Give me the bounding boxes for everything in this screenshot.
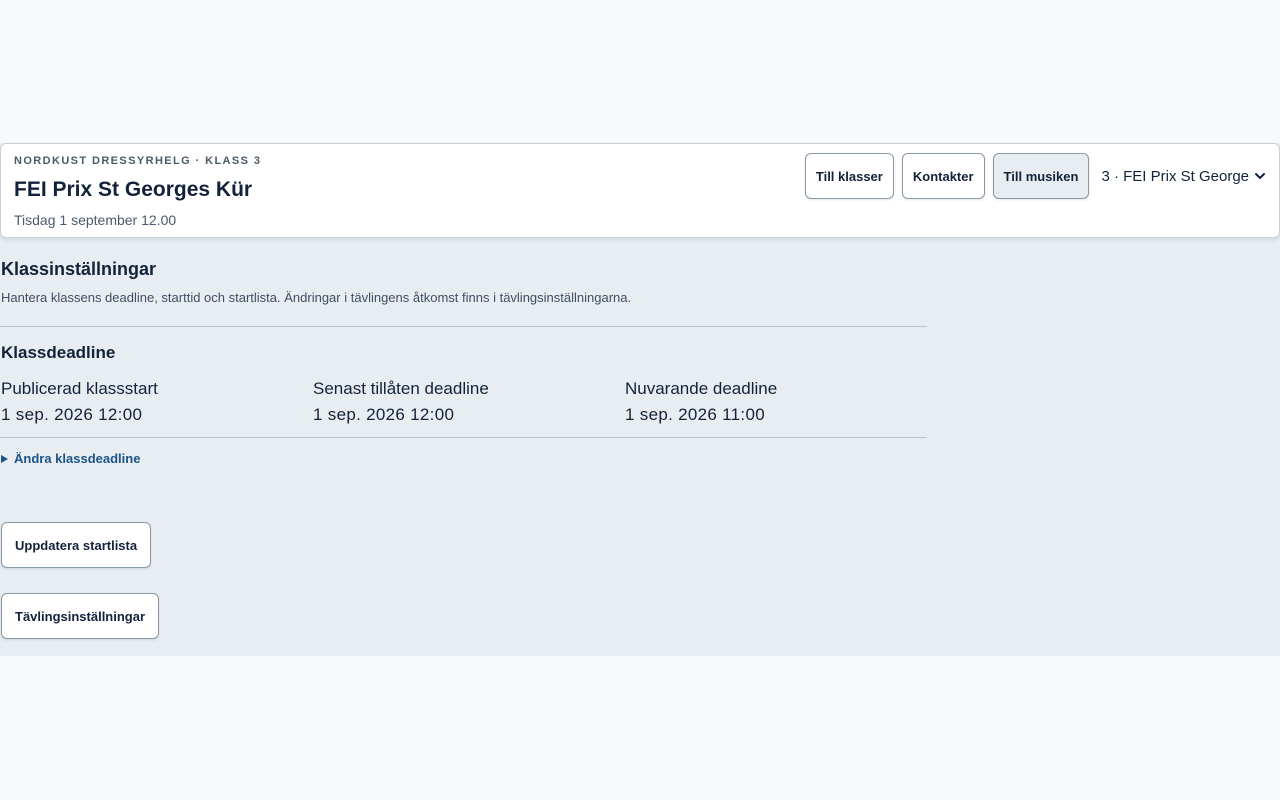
class-title: FEI Prix St Georges Kür xyxy=(14,178,253,201)
current-deadline: Nuvarande deadline 1 sep. 2026 11:00 xyxy=(625,379,777,425)
update-startlist-button[interactable]: Uppdatera startlista xyxy=(1,522,152,568)
change-deadline-label: Ändra klassdeadline xyxy=(14,451,141,466)
to-classes-button[interactable]: Till klasser xyxy=(804,153,894,199)
event-eyebrow: NORDKUST DRESSYRHELG · KLASS 3 xyxy=(14,155,262,167)
header-actions: Till klasser Kontakter Till musiken 3 · … xyxy=(804,153,1267,199)
class-settings-panel: NORDKUST DRESSYRHELG · KLASS 3 FEI Prix … xyxy=(0,143,1280,656)
deadline-title: Klassdeadline xyxy=(1,343,116,362)
change-deadline-toggle[interactable]: Ändra klassdeadline xyxy=(1,451,140,466)
divider xyxy=(0,326,927,327)
field-label: Nuvarande deadline xyxy=(625,379,778,398)
competition-settings-button[interactable]: Tävlingsinställningar xyxy=(1,593,160,639)
field-label: Publicerad klassstart xyxy=(1,379,158,398)
class-select[interactable]: 3 · FEI Prix St George xyxy=(1101,168,1267,185)
class-select-value: 3 · FEI Prix St George xyxy=(1101,167,1249,185)
published-class-start: Publicerad klassstart 1 sep. 2026 12:00 xyxy=(1,379,158,425)
field-value: 1 sep. 2026 11:00 xyxy=(625,405,765,424)
chevron-down-icon xyxy=(1255,173,1265,179)
to-music-button[interactable]: Till musiken xyxy=(992,153,1090,199)
latest-allowed-deadline: Senast tillåten deadline 1 sep. 2026 12:… xyxy=(313,379,489,425)
field-value: 1 sep. 2026 12:00 xyxy=(1,405,143,424)
disclosure-triangle-icon xyxy=(1,454,8,463)
class-header-card: NORDKUST DRESSYRHELG · KLASS 3 FEI Prix … xyxy=(0,143,1280,238)
settings-description: Hantera klassens deadline, starttid och … xyxy=(1,290,632,305)
contacts-button[interactable]: Kontakter xyxy=(901,153,985,199)
divider xyxy=(0,437,927,438)
settings-title: Klassinställningar xyxy=(1,259,157,279)
class-date: Tisdag 1 september 12.00 xyxy=(14,212,177,228)
field-value: 1 sep. 2026 12:00 xyxy=(313,405,455,424)
field-label: Senast tillåten deadline xyxy=(313,379,489,398)
